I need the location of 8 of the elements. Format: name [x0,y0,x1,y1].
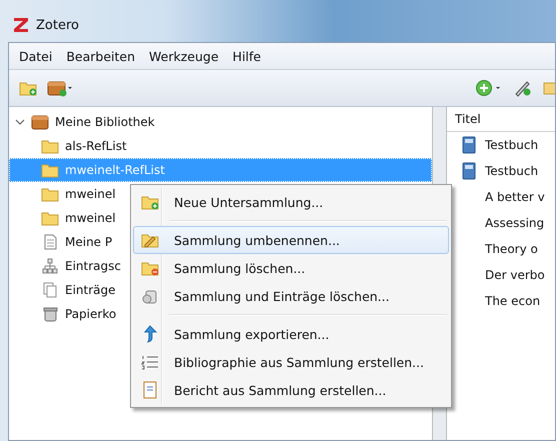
window-title: Zotero [36,18,79,32]
table-cell: Der verbo [485,268,545,282]
table-cell: Assessing [485,216,544,230]
table-cell: The econ [485,294,540,308]
table-cell: Theory o [485,242,538,256]
table-cell: Testbuch [485,138,538,152]
table-cell: A better v [485,190,545,204]
table-cell: Testbuch [485,164,538,178]
